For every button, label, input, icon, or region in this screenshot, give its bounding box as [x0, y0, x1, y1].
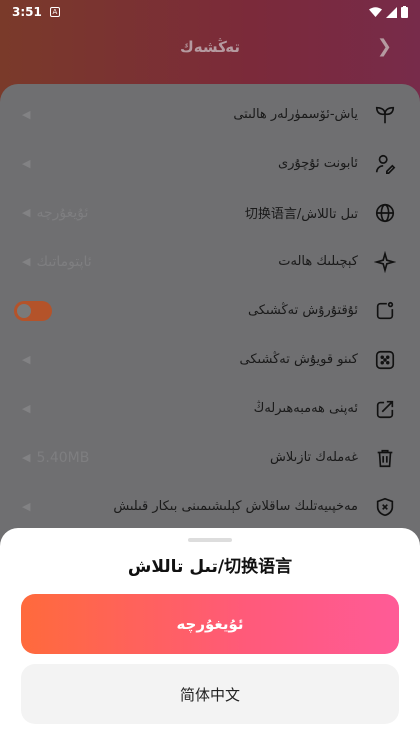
setting-label: غەملەك تازىلاش	[270, 450, 358, 465]
sparkle-icon	[372, 249, 398, 275]
wifi-icon	[369, 6, 382, 17]
setting-label: كىنو قويۇش تەڭشىكى	[239, 352, 358, 367]
language-option-chinese[interactable]: 简体中文	[21, 664, 399, 724]
trash-icon	[372, 445, 398, 471]
signal-icon	[386, 6, 397, 18]
setting-value: ئۇيغۇرچە	[36, 204, 89, 221]
setting-share-app[interactable]: ◀ ئەپنى ھەمبەھىرلەڭ	[0, 384, 420, 433]
setting-label: مەخپىيەتلىك ساقلاش كېلىشىمىنى بىكار قىلى…	[113, 499, 358, 514]
chevron-left-icon: ◀	[22, 353, 31, 366]
globe-icon	[372, 200, 398, 226]
setting-label: تىل تاللاش/切换语言	[244, 207, 358, 222]
status-bar: 3:51 A	[0, 0, 420, 24]
settings-list: ◀ ياش-ئۆسمۈرلەر ھالىتى ◀ ئابونت ئۇچۇرى ◀…	[0, 90, 420, 531]
chevron-left-icon: ◀	[22, 206, 31, 219]
chevron-left-icon: ◀	[22, 451, 31, 464]
chevron-left-icon: ◀	[22, 500, 31, 513]
page-title: تەڭشەك	[180, 38, 240, 56]
language-bottom-sheet: تىل تاللاش/切换语言 ئۇيغۇرچە 简体中文	[0, 528, 420, 746]
chevron-right-icon[interactable]: ❯	[377, 36, 392, 57]
language-option-uyghur[interactable]: ئۇيغۇرچە	[21, 594, 399, 654]
dice-icon	[372, 347, 398, 373]
user-edit-icon	[372, 151, 398, 177]
chevron-left-icon: ◀	[22, 255, 31, 268]
sprout-icon	[372, 102, 398, 128]
notification-icon	[372, 298, 398, 324]
chevron-left-icon: ◀	[22, 108, 31, 121]
setting-notifications[interactable]: ئۇقتۇرۇش تەڭشىكى	[0, 286, 420, 335]
setting-user-info[interactable]: ◀ ئابونت ئۇچۇرى	[0, 139, 420, 188]
notifications-toggle[interactable]	[14, 300, 52, 321]
setting-youth-mode[interactable]: ◀ ياش-ئۆسمۈرلەر ھالىتى	[0, 90, 420, 139]
sim-icon: A	[49, 7, 60, 17]
sheet-drag-handle[interactable]	[188, 538, 232, 542]
setting-label: ئۇقتۇرۇش تەڭشىكى	[247, 303, 358, 318]
toggle-knob	[17, 303, 31, 318]
chevron-left-icon: ◀	[22, 402, 31, 415]
setting-value: ئاپتوماتىك	[36, 253, 92, 270]
setting-label: كېچىلىك ھالەت	[278, 254, 358, 269]
setting-label: ئابونت ئۇچۇرى	[278, 156, 358, 171]
setting-language[interactable]: ◀ ئۇيغۇرچە تىل تاللاش/切换语言	[0, 188, 420, 237]
setting-clear-cache[interactable]: ◀ 5.40MB غەملەك تازىلاش	[0, 433, 420, 482]
setting-value: 5.40MB	[36, 449, 90, 466]
share-icon	[372, 396, 398, 422]
setting-label: ئەپنى ھەمبەھىرلەڭ	[253, 401, 358, 416]
chevron-left-icon: ◀	[22, 157, 31, 170]
sheet-title: تىل تاللاش/切换语言	[127, 557, 293, 577]
setting-night-mode[interactable]: ◀ ئاپتوماتىك كېچىلىك ھالەت	[0, 237, 420, 286]
battery-icon	[401, 6, 408, 18]
setting-playback[interactable]: ◀ كىنو قويۇش تەڭشىكى	[0, 335, 420, 384]
clock: 3:51	[12, 5, 42, 19]
setting-label: ياش-ئۆسمۈرلەر ھالىتى	[233, 107, 358, 122]
setting-privacy-revoke[interactable]: ◀ مەخپىيەتلىك ساقلاش كېلىشىمىنى بىكار قى…	[0, 482, 420, 531]
shield-x-icon	[372, 494, 398, 520]
